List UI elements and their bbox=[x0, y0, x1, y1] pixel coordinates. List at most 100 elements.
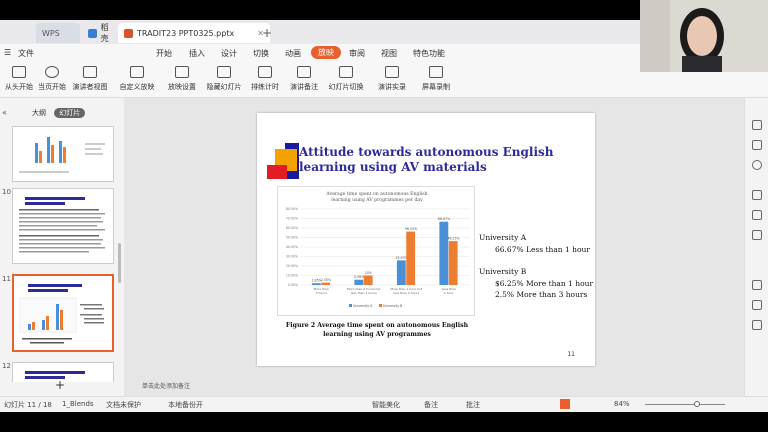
tab-label: WPS bbox=[42, 28, 60, 38]
ribbon-label: 当页开始 bbox=[38, 83, 66, 91]
ribbon-label: 幻灯片切换 bbox=[328, 83, 364, 91]
ribbon-screen-record[interactable]: 屏幕录制 bbox=[420, 66, 452, 92]
swap-icon[interactable] bbox=[752, 300, 762, 310]
slide-counter: 幻灯片 11 / 18 bbox=[4, 401, 52, 409]
x-tick-label: less than 3 hours bbox=[351, 291, 377, 295]
data-label: 56.25% bbox=[405, 227, 417, 231]
presenter-view-icon bbox=[83, 66, 97, 78]
menu-item-slideshow[interactable]: 放映 bbox=[311, 46, 341, 59]
panel-tabs: 大纲 幻灯片 bbox=[32, 108, 86, 118]
data-label: 25.93% bbox=[395, 256, 407, 260]
zoom-level: 84% bbox=[614, 400, 630, 408]
collapse-panel-icon[interactable]: « bbox=[2, 108, 7, 117]
ribbon-play-current[interactable]: 当页开始 bbox=[36, 66, 68, 92]
data-label: 10% bbox=[365, 271, 372, 275]
add-slide-icon[interactable]: + bbox=[55, 378, 65, 392]
menu-item-special[interactable]: 特色功能 bbox=[413, 48, 445, 59]
export-icon[interactable] bbox=[752, 140, 762, 150]
thumbnail-text-slide bbox=[19, 197, 105, 253]
menu-item-design[interactable]: 设计 bbox=[221, 48, 237, 59]
tab-daoke[interactable]: 稻壳 bbox=[82, 23, 122, 43]
legend-label: University A bbox=[353, 304, 373, 308]
history-icon[interactable] bbox=[752, 160, 762, 170]
backup-status[interactable]: 本地备份开 bbox=[168, 400, 203, 410]
univ-b-label: University B bbox=[479, 267, 527, 276]
ribbon-label: 演讲备注 bbox=[290, 83, 318, 91]
protect-status[interactable]: 文档未保护 bbox=[106, 400, 141, 410]
hamburger-icon[interactable]: ☰ bbox=[4, 48, 11, 57]
bar-university-b bbox=[363, 275, 373, 285]
slide-number: 12 bbox=[2, 362, 11, 370]
bar-university-b bbox=[406, 231, 416, 285]
ribbon-custom-show[interactable]: 自定义放映 bbox=[118, 66, 156, 92]
menu-item-animation[interactable]: 动画 bbox=[285, 48, 301, 59]
slide-title[interactable]: Attitude towards autonomous English lear… bbox=[299, 145, 569, 175]
tab-slides[interactable]: 幻灯片 bbox=[54, 108, 86, 118]
panel-scrollbar[interactable] bbox=[118, 243, 121, 283]
play-icon[interactable] bbox=[560, 399, 570, 409]
menu-item-home[interactable]: 开始 bbox=[156, 48, 172, 59]
ribbon-record[interactable]: 演讲实录 bbox=[374, 66, 410, 92]
ribbon-slide-switch[interactable]: 幻灯片切换 bbox=[328, 66, 364, 92]
bar-university-a bbox=[439, 221, 449, 285]
menu-item-view[interactable]: 视图 bbox=[381, 48, 397, 59]
ribbon-hide-slide[interactable]: 隐藏幻灯片 bbox=[204, 66, 244, 92]
screen-record-icon bbox=[429, 66, 443, 78]
list-icon[interactable] bbox=[752, 280, 762, 290]
slide-thumbnail-selected[interactable] bbox=[12, 274, 114, 352]
pin-icon[interactable] bbox=[752, 190, 762, 200]
presenter-avatar bbox=[640, 0, 768, 72]
new-tab-icon[interactable]: + bbox=[262, 26, 272, 40]
comments-button[interactable]: 批注 bbox=[466, 400, 480, 410]
slide-thumbnail[interactable] bbox=[12, 188, 114, 264]
more-icon[interactable] bbox=[752, 320, 762, 330]
tab-outline[interactable]: 大纲 bbox=[32, 109, 46, 117]
beautify-button[interactable]: 智能美化 bbox=[372, 400, 400, 410]
comment-icon[interactable] bbox=[752, 230, 762, 240]
share-icon[interactable] bbox=[752, 210, 762, 220]
right-toolbar bbox=[744, 98, 768, 396]
ribbon-label: 屏幕录制 bbox=[422, 83, 450, 91]
thumbnail-chart bbox=[19, 137, 105, 173]
menu-file[interactable]: 文件 bbox=[18, 48, 34, 59]
rehearse-timing-icon bbox=[258, 66, 272, 78]
webcam-overlay bbox=[640, 0, 768, 72]
x-tick-label: 3 hours bbox=[316, 291, 328, 295]
ribbon-speaker-notes[interactable]: 演讲备注 bbox=[288, 66, 320, 92]
legend-swatch bbox=[379, 304, 382, 307]
show-settings-icon bbox=[175, 66, 189, 78]
notes-button[interactable]: 备注 bbox=[424, 400, 438, 410]
notes-placeholder[interactable]: 单击此处添加备注 bbox=[142, 381, 190, 390]
ribbon-presenter-view[interactable]: 演讲者视图 bbox=[72, 66, 108, 92]
ribbon-label: 从头开始 bbox=[5, 83, 33, 91]
menu-item-insert[interactable]: 插入 bbox=[189, 48, 205, 59]
ribbon-rehearse-timing[interactable]: 排练计时 bbox=[248, 66, 282, 92]
ribbon-show-settings[interactable]: 放映设置 bbox=[164, 66, 200, 92]
tab-label: 稻壳 bbox=[100, 23, 109, 43]
figure-caption[interactable]: Figure 2 Average time spent on autonomou… bbox=[275, 321, 479, 339]
menu-item-review[interactable]: 审阅 bbox=[349, 48, 365, 59]
zoom-slider[interactable] bbox=[645, 404, 725, 405]
y-tick-label: 20.00% bbox=[286, 264, 298, 268]
chart-title: learning using AV programmes per day bbox=[331, 197, 423, 203]
menu-item-transition[interactable]: 切换 bbox=[253, 48, 269, 59]
ribbon-play-start[interactable]: 从头开始 bbox=[4, 66, 34, 92]
screen-bottom-border bbox=[0, 412, 768, 432]
univ-a-text: 66.67% Less than 1 hour bbox=[495, 245, 590, 254]
y-tick-label: 60.00% bbox=[286, 226, 298, 230]
settings-icon[interactable] bbox=[752, 120, 762, 130]
ribbon-label: 隐藏幻灯片 bbox=[206, 83, 242, 91]
bar-university-a bbox=[396, 260, 406, 285]
slide-thumbnail[interactable] bbox=[12, 126, 114, 182]
ribbon-label: 演讲实录 bbox=[378, 83, 406, 91]
tab-document[interactable]: TRADIT23 PPT0325.pptx ✕ bbox=[118, 23, 270, 43]
y-tick-label: 80.00% bbox=[286, 207, 298, 211]
bar-chart[interactable]: Average time spent on autonomous English… bbox=[277, 186, 475, 316]
current-slide[interactable]: Attitude towards autonomous English lear… bbox=[257, 113, 595, 366]
record-icon bbox=[385, 66, 399, 78]
tab-wps[interactable]: WPS bbox=[36, 23, 80, 43]
data-label: 5.56% bbox=[354, 275, 364, 279]
legend-swatch bbox=[349, 304, 352, 307]
zoom-slider-handle[interactable] bbox=[694, 401, 700, 407]
chart-title: Average time spent on autonomous English bbox=[325, 191, 427, 197]
